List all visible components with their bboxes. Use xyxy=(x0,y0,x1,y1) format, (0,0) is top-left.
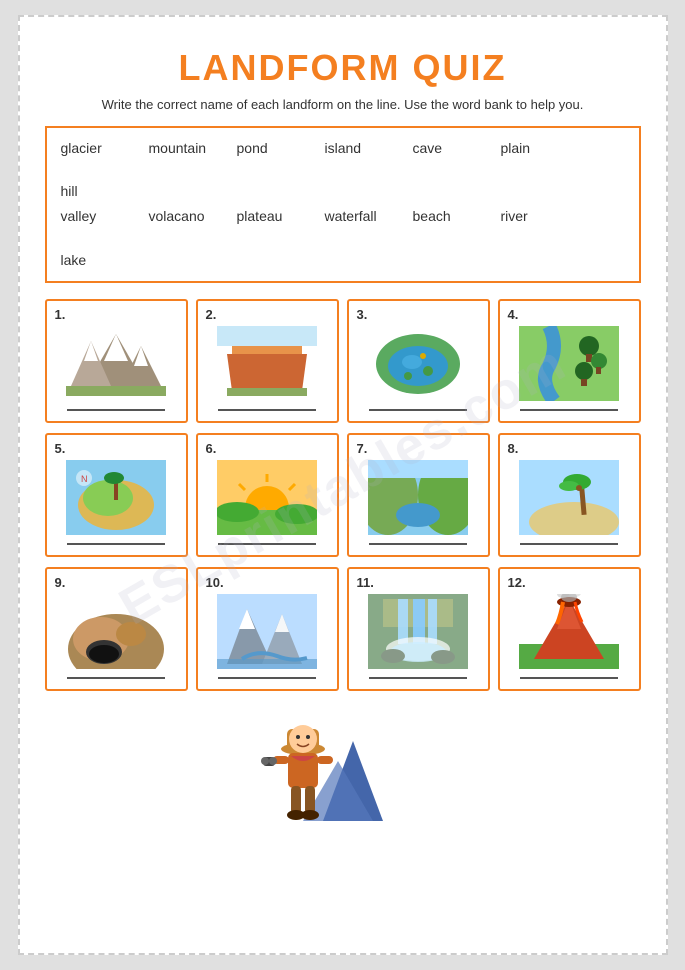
card-8-image xyxy=(508,460,631,535)
card-2-answer-line[interactable] xyxy=(218,409,316,411)
card-6-answer-line[interactable] xyxy=(218,543,316,545)
card-10-image xyxy=(206,594,329,669)
card-5-answer-line[interactable] xyxy=(67,543,165,545)
card-1-answer-line[interactable] xyxy=(67,409,165,411)
footer-illustration xyxy=(45,701,641,831)
card-3-number: 3. xyxy=(357,307,368,322)
card-5-image: N xyxy=(55,460,178,535)
card-2-image xyxy=(206,326,329,401)
card-6-number: 6. xyxy=(206,441,217,456)
card-12: 12. xyxy=(498,567,641,691)
word-waterfall: waterfall xyxy=(325,204,395,229)
card-1-number: 1. xyxy=(55,307,66,322)
worksheet-page: ESLprintables.com LANDFORM QUIZ Write th… xyxy=(18,15,668,955)
instruction-text: Write the correct name of each landform … xyxy=(45,97,641,112)
word-pond: pond xyxy=(237,136,307,161)
card-8: 8. xyxy=(498,433,641,557)
card-11: 11. xyxy=(347,567,490,691)
card-grid-row3: 9. 10. xyxy=(45,567,641,691)
card-8-number: 8. xyxy=(508,441,519,456)
card-7-image xyxy=(357,460,480,535)
word-lake: lake xyxy=(61,248,131,273)
card-3-answer-line[interactable] xyxy=(369,409,467,411)
card-12-answer-line[interactable] xyxy=(520,677,618,679)
card-8-answer-line[interactable] xyxy=(520,543,618,545)
word-plain: plain xyxy=(501,136,571,161)
card-1: 1. xyxy=(45,299,188,423)
word-island: island xyxy=(325,136,395,161)
card-4-image xyxy=(508,326,631,401)
card-3-image xyxy=(357,326,480,401)
card-10: 10. xyxy=(196,567,339,691)
card-7: 7. xyxy=(347,433,490,557)
word-plateau: plateau xyxy=(237,204,307,229)
card-11-answer-line[interactable] xyxy=(369,677,467,679)
card-1-image xyxy=(55,326,178,401)
word-beach: beach xyxy=(413,204,483,229)
card-3: 3. xyxy=(347,299,490,423)
word-valley: valley xyxy=(61,204,131,229)
card-9-answer-line[interactable] xyxy=(67,677,165,679)
card-4: 4. xyxy=(498,299,641,423)
card-12-image xyxy=(508,594,631,669)
card-4-number: 4. xyxy=(508,307,519,322)
word-bank-row1: glacier mountain pond island cave plain … xyxy=(61,136,625,204)
card-2: 2. xyxy=(196,299,339,423)
word-volcano: volacano xyxy=(149,204,219,229)
card-5: 5. N xyxy=(45,433,188,557)
card-9-image xyxy=(55,594,178,669)
card-6: 6. xyxy=(196,433,339,557)
page-title: LANDFORM QUIZ xyxy=(45,47,641,89)
card-10-number: 10. xyxy=(206,575,224,590)
card-2-number: 2. xyxy=(206,307,217,322)
card-11-number: 11. xyxy=(357,575,374,590)
card-grid-row2: 5. N 6. xyxy=(45,433,641,557)
card-4-answer-line[interactable] xyxy=(520,409,618,411)
card-5-number: 5. xyxy=(55,441,66,456)
card-grid-row1: 1. 2. xyxy=(45,299,641,423)
card-6-image xyxy=(206,460,329,535)
card-9-number: 9. xyxy=(55,575,66,590)
card-9: 9. xyxy=(45,567,188,691)
word-bank: glacier mountain pond island cave plain … xyxy=(45,126,641,283)
card-7-answer-line[interactable] xyxy=(369,543,467,545)
card-10-answer-line[interactable] xyxy=(218,677,316,679)
card-11-image xyxy=(357,594,480,669)
word-mountain: mountain xyxy=(149,136,219,161)
card-7-number: 7. xyxy=(357,441,368,456)
card-12-number: 12. xyxy=(508,575,526,590)
word-hill: hill xyxy=(61,179,131,204)
word-river: river xyxy=(501,204,571,229)
word-bank-row2: valley volacano plateau waterfall beach … xyxy=(61,204,625,272)
svg-text:N: N xyxy=(81,474,88,484)
word-glacier: glacier xyxy=(61,136,131,161)
word-cave: cave xyxy=(413,136,483,161)
